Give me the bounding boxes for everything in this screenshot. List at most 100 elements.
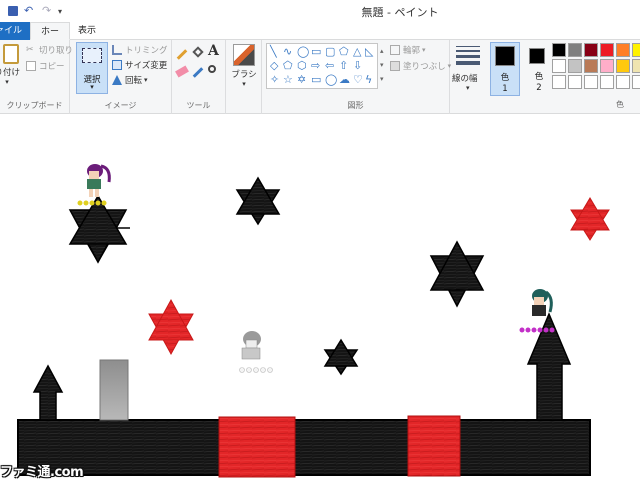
color1-button[interactable]: 色 1 [490,42,520,96]
canvas-drawing [17,164,610,478]
fill-bucket-icon[interactable] [192,46,204,58]
rotate-button[interactable]: 回転 ▾ [112,74,148,86]
right-arrow-shape-icon[interactable]: ⇨ [311,60,320,71]
select-dropdown-icon: ▾ [90,83,94,91]
tools-group-label: ツール [186,101,211,110]
oval-shape-icon[interactable]: ◯ [297,46,309,57]
color-picker-icon[interactable] [192,64,204,78]
palette-swatch[interactable] [568,75,582,89]
drawing-canvas[interactable] [0,114,640,480]
magnifier-icon[interactable] [208,63,220,75]
shapes-gallery[interactable]: ╲ ∿ ◯ ▭ ▢ ⬠ △ ◺ ◇ ⬠ ⬡ ⇨ ⇦ ⇧ ⇩ ✧ ☆ ✡ ▭ ◯ … [266,43,378,89]
polygon-shape-icon[interactable]: ⬠ [339,46,349,57]
callout-rect-shape-icon[interactable]: ▭ [311,74,321,85]
clipboard-icon [3,44,19,64]
resize-button[interactable]: サイズ変更 [112,59,167,71]
left-arrow-shape-icon[interactable]: ⇦ [325,60,334,71]
resize-icon [112,60,122,70]
star5-shape-icon[interactable]: ☆ [283,74,293,85]
character-purple-hair [87,164,111,197]
crop-button[interactable]: トリミング [112,44,168,56]
black-star-small [323,338,359,376]
black-star-large-left [68,194,130,264]
palette-swatch[interactable] [600,43,614,57]
eraser-icon[interactable] [175,64,189,78]
line-width-button[interactable]: 線の幅 [452,72,478,84]
select-button[interactable]: 選択 ▾ [76,42,108,94]
triangle-shape-icon[interactable]: △ [353,46,361,57]
rounded-rect-shape-icon[interactable]: ▢ [325,46,335,57]
brushes-group: ブラシ ▾ [226,40,262,114]
callout-oval-shape-icon[interactable]: ◯ [325,74,337,85]
hexagon-shape-icon[interactable]: ⬡ [297,60,307,71]
shapes-group-label: 図形 [347,101,364,110]
up-arrow-shape-icon[interactable]: ⇧ [339,60,348,71]
palette-swatch[interactable] [600,59,614,73]
line-shape-icon[interactable]: ╲ [270,46,277,57]
tab-home[interactable]: ホーム [30,22,70,55]
black-star-right [429,240,485,308]
palette-swatch[interactable] [616,75,630,89]
star4-shape-icon[interactable]: ✧ [270,74,279,85]
pentagon-shape-icon[interactable]: ⬠ [283,60,293,71]
ground-platform [17,419,591,476]
shapes-scroll-icon[interactable]: ▴ ▾ ▾ [380,44,384,86]
palette-swatch[interactable] [584,43,598,57]
palette-swatch[interactable] [632,43,640,57]
heart-shape-icon[interactable]: ♡ [353,74,363,85]
paste-button[interactable]: 貼り付け ▾ [0,44,20,90]
color2-button[interactable]: 色 2 [524,42,554,96]
tab-view[interactable]: 表示 [72,22,102,40]
image-group-label: イメージ [104,101,137,110]
palette-swatch[interactable] [600,75,614,89]
text-tool-icon[interactable]: A [208,43,219,59]
copy-icon [26,61,36,71]
brushes-button[interactable]: ブラシ ▾ [230,44,258,92]
red-block-left [218,416,296,478]
rectangle-shape-icon[interactable]: ▭ [311,46,321,57]
line-width-icon[interactable] [456,46,480,68]
pencil-icon[interactable] [176,46,188,60]
character-grey [241,331,261,360]
tools-group: A ツール [172,40,226,114]
palette-swatch[interactable] [552,59,566,73]
select-rect-icon [82,48,102,63]
brush-icon [233,44,255,66]
lightning-shape-icon[interactable]: ϟ [365,74,372,85]
diamond-shape-icon[interactable]: ◇ [270,60,278,71]
grey-pillar [99,359,129,421]
palette-swatch[interactable] [632,59,640,73]
palette-swatch[interactable] [616,59,630,73]
palette-swatch[interactable] [552,75,566,89]
palette-swatch[interactable] [616,43,630,57]
curve-shape-icon[interactable]: ∿ [283,46,292,57]
size-group: 線の幅 ▾ [450,40,488,114]
right-triangle-shape-icon[interactable]: ◺ [365,46,373,57]
callout-cloud-shape-icon[interactable]: ☁ [339,74,350,85]
cut-button[interactable]: ✂ 切り取り [26,44,73,56]
image-group: 選択 ▾ トリミング サイズ変更 回転 ▾ イメージ [70,40,172,114]
fill-button[interactable]: 塗りつぶし ▾ [390,60,451,72]
fill-icon [390,61,400,71]
color1-swatch [495,46,515,66]
outline-button[interactable]: 輪郭 ▾ [390,44,426,56]
scissors-icon: ✂ [26,45,34,55]
tab-file[interactable]: ファイル [0,22,30,40]
black-star-top-center [235,176,281,226]
palette-swatch[interactable] [584,75,598,89]
copy-button[interactable]: コピー [26,60,65,72]
red-block-right [407,415,461,477]
title-bar: ↶ ↷ ▾ 無題 - ペイント [0,0,640,22]
palette-swatch[interactable] [552,43,566,57]
crop-icon [112,45,122,55]
palette-swatch[interactable] [568,43,582,57]
down-arrow-shape-icon[interactable]: ⇩ [353,60,362,71]
outline-icon [390,45,400,55]
star6-shape-icon[interactable]: ✡ [297,74,306,85]
color2-swatch [529,48,545,64]
palette-swatch[interactable] [632,75,640,89]
white-hearts [239,367,273,373]
window-title: 無題 - ペイント [361,6,439,19]
palette-swatch[interactable] [584,59,598,73]
palette-swatch[interactable] [568,59,582,73]
